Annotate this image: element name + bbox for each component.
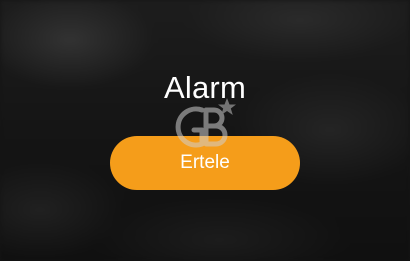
watermark-logo [175,98,236,148]
